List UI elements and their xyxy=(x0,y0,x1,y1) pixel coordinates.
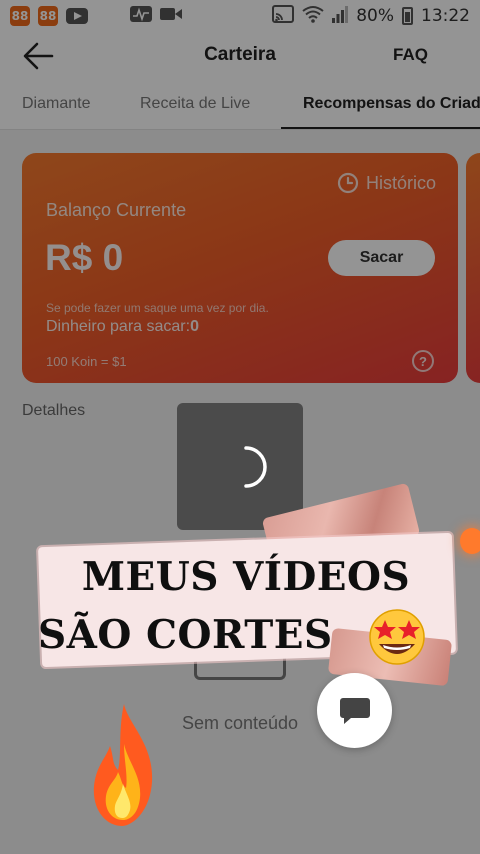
chat-bubble-icon xyxy=(339,697,370,724)
caption-line-1: MEUS VÍDEOS xyxy=(81,554,411,600)
star-struck-emoji xyxy=(369,609,425,665)
chat-button[interactable] xyxy=(317,673,392,748)
spinner-icon xyxy=(244,446,267,488)
floating-live-indicator[interactable] xyxy=(460,528,480,554)
caption-line-2: SÃO CORTES xyxy=(38,612,333,658)
loading-dialog xyxy=(177,403,303,530)
fire-emoji xyxy=(93,704,153,826)
